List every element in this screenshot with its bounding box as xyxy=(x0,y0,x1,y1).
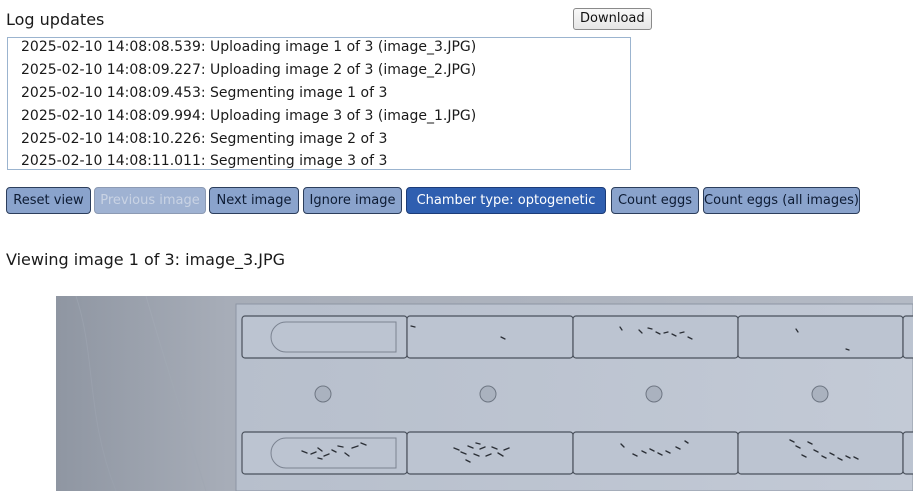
count-eggs-all-button[interactable]: Count eggs (all images) xyxy=(703,187,860,214)
log-entry: 2025-02-10 14:08:08.539: Uploading image… xyxy=(21,39,477,55)
toolbar: Reset view Previous image Next image Ign… xyxy=(6,187,866,214)
chamber-image-viewer[interactable] xyxy=(56,296,913,491)
log-header: Log updates Download xyxy=(6,8,652,32)
log-entry: 2025-02-10 14:08:09.453: Segmenting imag… xyxy=(21,85,388,101)
viewing-status: Viewing image 1 of 3: image_3.JPG xyxy=(6,250,286,269)
next-image-button[interactable]: Next image xyxy=(209,187,299,214)
log-title: Log updates xyxy=(6,10,105,29)
log-list[interactable]: 2025-02-10 14:08:08.539: Uploading image… xyxy=(7,37,631,170)
reset-view-button[interactable]: Reset view xyxy=(6,187,91,214)
download-button[interactable]: Download xyxy=(573,8,652,30)
chamber-type-button[interactable]: Chamber type: optogenetic xyxy=(406,187,606,214)
log-entry: 2025-02-10 14:08:11.011: Segmenting imag… xyxy=(21,153,388,169)
previous-image-button[interactable]: Previous image xyxy=(94,187,206,214)
ignore-image-button[interactable]: Ignore image xyxy=(303,187,402,214)
chamber-photo xyxy=(56,296,913,491)
log-entry: 2025-02-10 14:08:09.994: Uploading image… xyxy=(21,108,477,124)
log-entry: 2025-02-10 14:08:09.227: Uploading image… xyxy=(21,62,477,78)
count-eggs-button[interactable]: Count eggs xyxy=(611,187,699,214)
log-entry: 2025-02-10 14:08:10.226: Segmenting imag… xyxy=(21,131,388,147)
